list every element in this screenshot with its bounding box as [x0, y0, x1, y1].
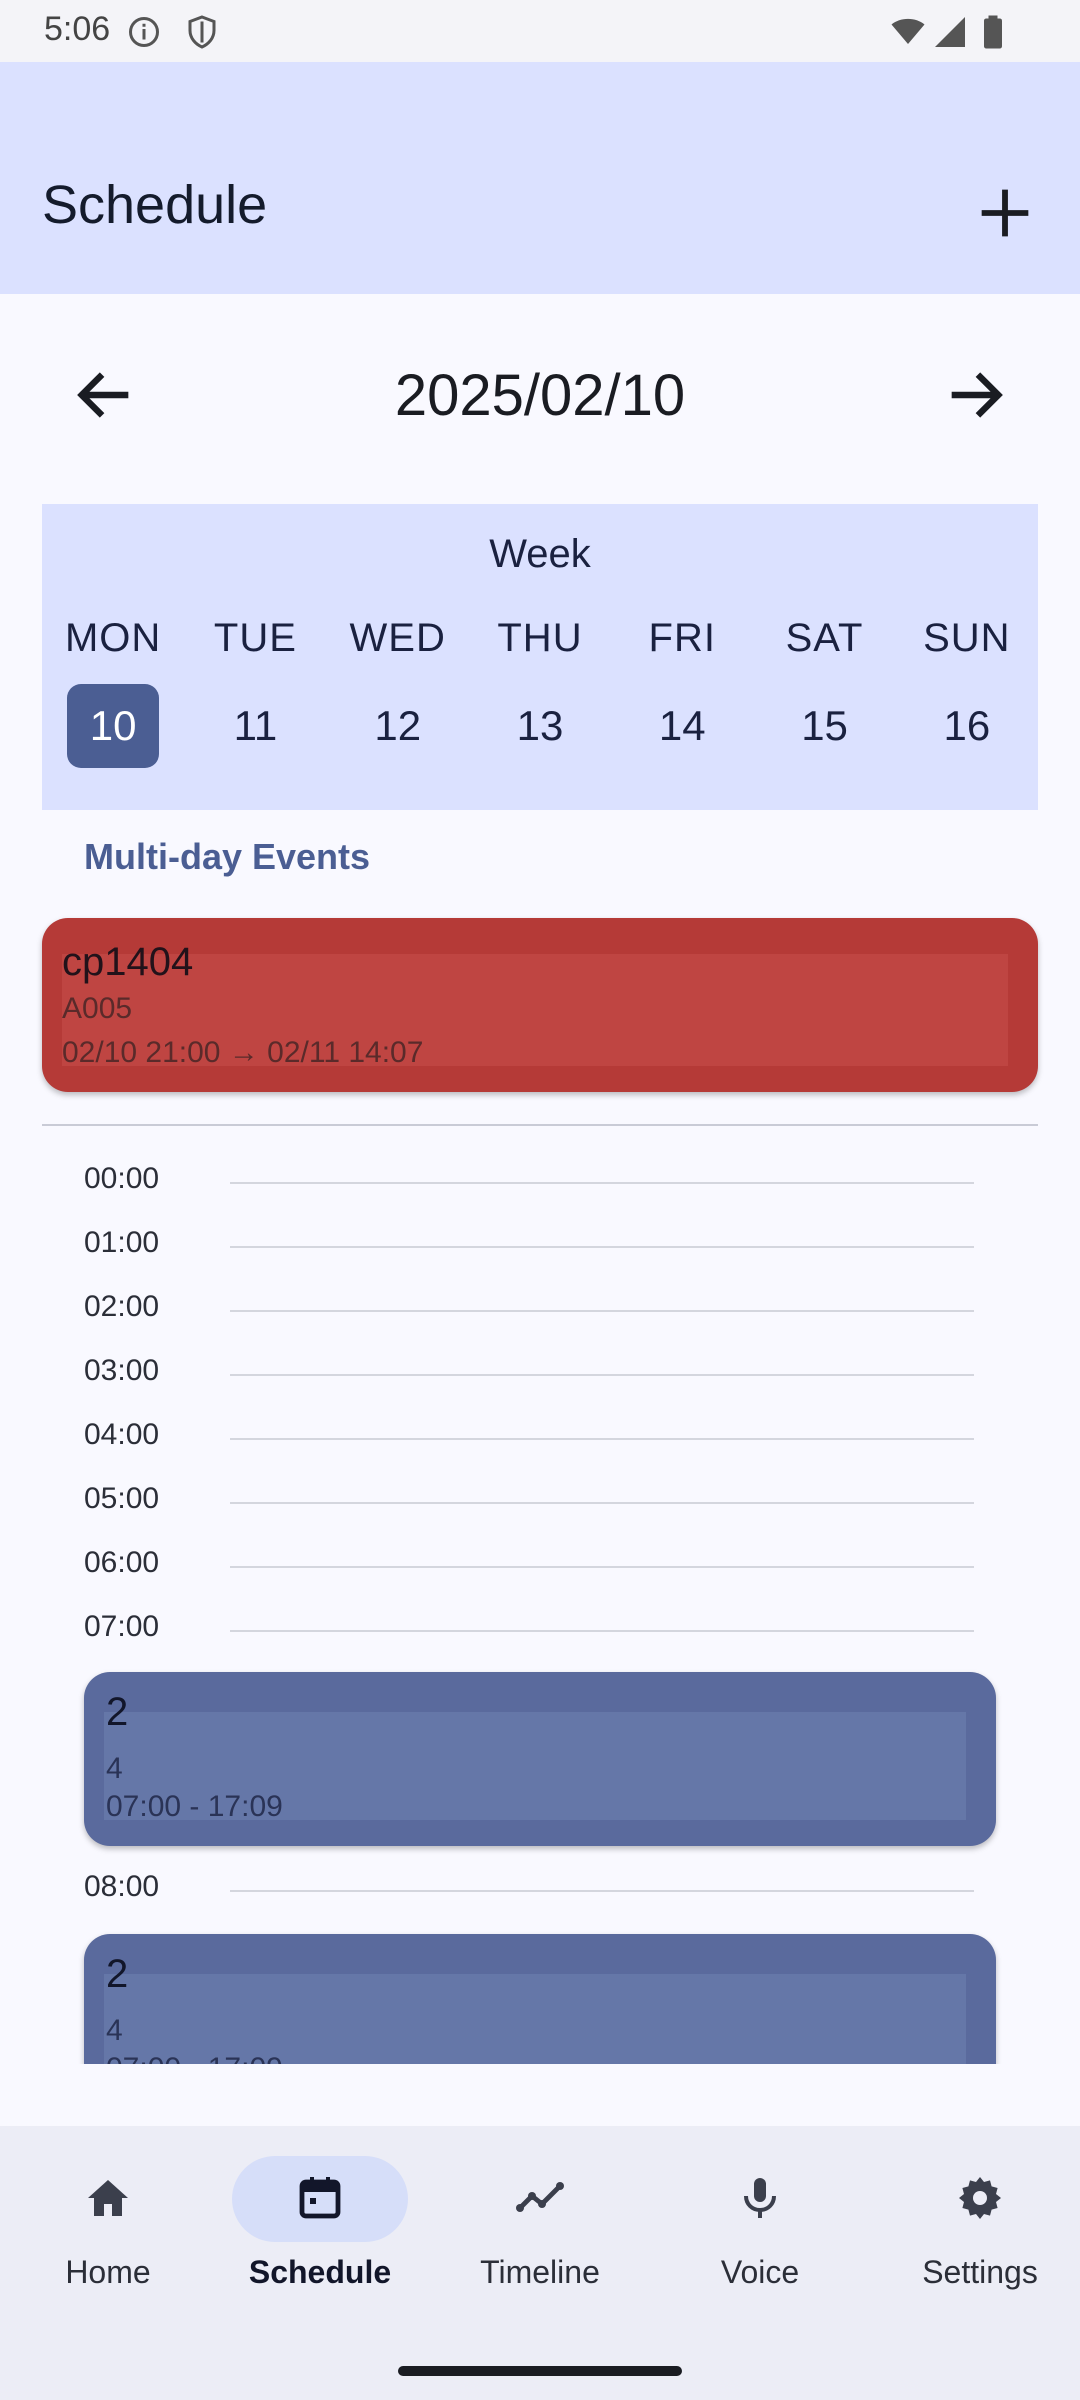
- weekday-name: TUE: [213, 616, 297, 660]
- day-14-button[interactable]: 14: [636, 684, 728, 768]
- hour-line: [230, 1890, 974, 1892]
- nav-home[interactable]: Home: [0, 2126, 216, 2326]
- event-location: 4: [106, 1752, 123, 1785]
- weekday-name: SUN: [923, 616, 1011, 660]
- hour-line: [230, 1310, 974, 1312]
- hour-line: [230, 1182, 974, 1184]
- day-15-button[interactable]: 15: [779, 684, 871, 768]
- gear-icon: [959, 2177, 1001, 2219]
- nav-label: Settings: [922, 2254, 1038, 2290]
- home-indicator: [398, 2366, 682, 2376]
- hour-row: 00:00: [84, 1162, 974, 1202]
- weekday-numbers: 10 11 12 13 14 15 16: [42, 684, 1038, 768]
- event-time-range: 02/10 21:00 → 02/11 14:07: [62, 1036, 424, 1069]
- hour-row: 03:00: [84, 1354, 974, 1394]
- event-title: 2: [106, 1690, 129, 1734]
- hour-label: 02:00: [84, 1290, 160, 1323]
- nav-voice[interactable]: Voice: [652, 2126, 868, 2326]
- hour-label: 01:00: [84, 1226, 160, 1259]
- event-card-inner: [104, 1974, 966, 2064]
- weekday-names: MON TUE WED THU FRI SAT SUN: [42, 616, 1038, 661]
- page-title: Schedule: [42, 175, 268, 235]
- event-title: cp1404: [62, 940, 194, 984]
- day-13-button[interactable]: 13: [494, 684, 586, 768]
- mic-icon: [744, 2178, 776, 2218]
- status-bar: 5:06: [0, 0, 1080, 62]
- weekday-name: SAT: [785, 616, 864, 660]
- nav-timeline[interactable]: Timeline: [432, 2126, 648, 2326]
- event-location: 4: [106, 2014, 123, 2047]
- hour-label: 04:00: [84, 1418, 160, 1451]
- nav-label: Voice: [720, 2254, 800, 2290]
- multi-day-section-title: Multi-day Events: [84, 836, 371, 877]
- status-time: 5:06: [44, 10, 111, 48]
- hour-line: [230, 1246, 974, 1248]
- arrow-right-icon: [951, 372, 1003, 418]
- shield-icon: [188, 15, 216, 49]
- hour-line: [230, 1566, 974, 1568]
- nav-label: Home: [65, 2254, 151, 2290]
- hour-row: 01:00: [84, 1226, 974, 1266]
- next-week-button[interactable]: [940, 360, 1010, 430]
- event-title: 2: [106, 1952, 129, 1996]
- current-date: 2025/02/10: [394, 363, 686, 428]
- timeline-scroll[interactable]: 00:00 01:00 02:00 03:00 04:00 05:00 06:0…: [0, 1126, 1080, 2064]
- hour-line: [230, 1438, 974, 1440]
- bottom-navigation: Home Schedule Timeline Voice Settings: [0, 2126, 1080, 2400]
- event-time-range: 07:00 - 17:09: [106, 1790, 283, 1823]
- hour-row: 07:00: [84, 1610, 974, 1650]
- multi-day-event-card[interactable]: cp1404 A005 02/10 21:00 → 02/11 14:07: [42, 918, 1038, 1092]
- event-location: A005: [62, 992, 133, 1025]
- calendar-icon: [299, 2177, 341, 2219]
- hour-row: 06:00: [84, 1546, 974, 1586]
- plus-icon: [981, 189, 1029, 237]
- add-event-button[interactable]: [970, 178, 1040, 248]
- event-time-range: 07:00 - 17:09: [106, 2052, 283, 2064]
- nav-label: Timeline: [480, 2254, 600, 2290]
- battery-icon: [984, 15, 1002, 49]
- hour-label: 07:00: [84, 1610, 160, 1643]
- hour-label: 06:00: [84, 1546, 160, 1579]
- hour-label: 03:00: [84, 1354, 160, 1387]
- hour-line: [230, 1630, 974, 1632]
- weekday-name: FRI: [648, 616, 716, 660]
- hour-row: 08:00: [84, 1870, 974, 1910]
- nav-schedule[interactable]: Schedule: [212, 2126, 428, 2326]
- weekday-name: WED: [349, 616, 446, 660]
- info-icon: [129, 17, 159, 47]
- hour-line: [230, 1502, 974, 1504]
- timeline-icon: [516, 2182, 564, 2212]
- day-10-button[interactable]: 10: [67, 684, 160, 768]
- hour-row: 05:00: [84, 1482, 974, 1522]
- hour-row: 04:00: [84, 1418, 974, 1458]
- hour-row: 02:00: [84, 1290, 974, 1330]
- hour-label: 08:00: [84, 1870, 160, 1903]
- nav-label: Schedule: [248, 2254, 392, 2290]
- weekday-name: MON: [64, 616, 162, 660]
- weekday-name: THU: [497, 616, 583, 660]
- timeline-event-card[interactable]: 2 4 07:00 - 17:09: [84, 1672, 996, 1846]
- hour-label: 00:00: [84, 1162, 160, 1195]
- week-card: Week MON TUE WED THU FRI SAT SUN 10 11 1…: [42, 504, 1038, 810]
- day-12-button[interactable]: 12: [352, 684, 444, 768]
- nav-settings[interactable]: Settings: [872, 2126, 1080, 2326]
- hour-line: [230, 1374, 974, 1376]
- timeline-event-card[interactable]: 2 4 07:00 - 17:09: [84, 1934, 996, 2064]
- app-bar: Schedule: [0, 62, 1080, 294]
- wifi-icon: [891, 18, 925, 44]
- day-11-button[interactable]: 11: [209, 684, 301, 768]
- home-icon: [88, 2180, 128, 2216]
- signal-icon: [935, 17, 965, 47]
- hour-label: 05:00: [84, 1482, 160, 1515]
- day-16-button[interactable]: 16: [921, 684, 1013, 768]
- week-label: Week: [489, 532, 591, 576]
